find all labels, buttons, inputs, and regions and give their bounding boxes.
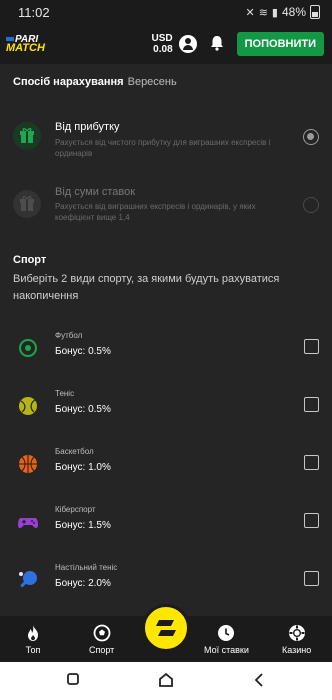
mute-icon: ✕: [245, 6, 255, 19]
sport-item-tennis[interactable]: Теніс Бонус: 0.5%: [0, 387, 332, 427]
nav-home-button[interactable]: [142, 604, 190, 652]
sport-title: Спорт: [13, 254, 47, 266]
sport-item-football[interactable]: Футбол Бонус: 0.5%: [0, 329, 332, 369]
nav-label: Казино: [282, 645, 312, 655]
sport-name: Кіберспорт: [55, 505, 96, 514]
accrual-option-profit[interactable]: Від прибутку Рахується від чистого прибу…: [0, 119, 332, 169]
home-icon[interactable]: [158, 672, 174, 688]
sport-bonus: Бонус: 0.5%: [55, 404, 111, 415]
basketball-icon: [19, 455, 37, 473]
bell-icon[interactable]: [209, 35, 225, 53]
status-time: 11:02: [18, 4, 50, 20]
system-nav-bar: [0, 662, 332, 700]
ball-icon: [93, 624, 111, 642]
back-icon[interactable]: [252, 672, 266, 688]
nav-top[interactable]: Топ: [24, 624, 42, 655]
sport-bonus: Бонус: 0.5%: [55, 346, 111, 357]
sport-item-esports[interactable]: Кіберспорт Бонус: 1.5%: [0, 503, 332, 543]
sport-bonus: Бонус: 2.0%: [55, 578, 111, 589]
sport-checkbox[interactable]: [304, 455, 319, 470]
sport-checkbox[interactable]: [304, 571, 319, 586]
nav-my-bets[interactable]: Мої ставки: [204, 624, 249, 655]
football-icon: [19, 339, 37, 357]
chip-icon: [288, 625, 305, 641]
balance[interactable]: USD 0.08: [152, 33, 173, 55]
sport-bonus: Бонус: 1.5%: [55, 520, 111, 531]
accrual-title: Спосіб нарахування: [13, 76, 124, 88]
sport-name: Настільний теніс: [55, 563, 118, 572]
currency: USD: [151, 33, 173, 44]
battery-percent: 48%: [281, 5, 306, 19]
user-icon[interactable]: [178, 35, 197, 53]
sport-item-basketball[interactable]: Баскетбол Бонус: 1.0%: [0, 445, 332, 485]
parimatch-logo[interactable]: PARI MATCH: [6, 35, 45, 54]
accrual-option-stakes[interactable]: Від суми ставок Рахується від виграшних …: [0, 186, 332, 236]
logo-mark-icon: [6, 37, 14, 42]
status-bar: 11:02 ✕ ≋ ▮ 48%: [0, 0, 332, 24]
nav-casino[interactable]: Казино: [282, 624, 311, 655]
sport-name: Баскетбол: [55, 447, 94, 456]
sport-checkbox[interactable]: [304, 513, 319, 528]
sport-desc: Виберіть 2 види спорту, за якими будуть …: [13, 273, 280, 302]
bottom-nav: Топ Спорт Мої ставки Казино: [0, 604, 332, 662]
nav-label: Топ: [25, 645, 41, 655]
nav-label: Спорт: [89, 645, 115, 655]
tennis-icon: [19, 397, 37, 415]
parimatch-logo-icon: [156, 620, 176, 636]
radio-profit[interactable]: [303, 129, 319, 145]
nav-label: Мої ставки: [204, 645, 249, 655]
option-title: Від прибутку: [55, 121, 120, 133]
gift-icon: [13, 190, 41, 218]
sport-name: Теніс: [55, 389, 75, 398]
option-desc: Рахується від чистого прибутку для вигра…: [55, 138, 271, 158]
fire-icon: [28, 625, 38, 641]
gift-icon: [13, 122, 41, 150]
clock-icon: [218, 625, 235, 641]
sport-name: Футбол: [55, 331, 83, 340]
signal-icon: ▮: [271, 6, 278, 19]
battery-icon: [310, 5, 320, 19]
gamepad-icon: [18, 518, 38, 529]
recents-icon[interactable]: [66, 672, 80, 686]
app-header: PARI MATCH USD 0.08 ПОПОВНИТИ: [0, 24, 332, 64]
option-desc: Рахується від виграшних експресів і орди…: [55, 202, 256, 222]
bonus-settings: Спосіб нарахування Вересень Від прибутку …: [0, 64, 332, 616]
table-tennis-icon: [19, 571, 37, 588]
accrual-header: Спосіб нарахування Вересень: [13, 76, 177, 88]
sport-checkbox[interactable]: [304, 339, 319, 354]
accrual-month[interactable]: Вересень: [128, 76, 177, 88]
sport-item-table-tennis[interactable]: Настільний теніс Бонус: 2.0%: [0, 561, 332, 601]
sport-bonus: Бонус: 1.0%: [55, 462, 111, 473]
option-title: Від суми ставок: [55, 186, 136, 198]
wifi-icon: ≋: [258, 6, 268, 19]
nav-sport[interactable]: Спорт: [89, 624, 114, 655]
radio-stakes[interactable]: [303, 197, 319, 213]
sport-checkbox[interactable]: [304, 397, 319, 412]
topup-button[interactable]: ПОПОВНИТИ: [236, 32, 324, 56]
status-icons: ✕ ≋ ▮ 48%: [245, 5, 320, 19]
balance-amount: 0.08: [153, 44, 173, 55]
sport-header: Спорт: [13, 254, 46, 266]
